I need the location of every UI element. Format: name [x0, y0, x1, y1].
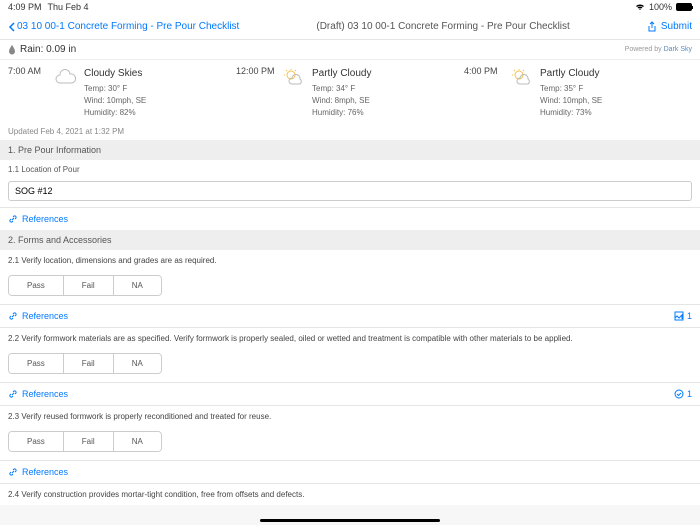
weather-hum: Humidity: 82%: [84, 107, 146, 119]
references-label: References: [22, 389, 68, 399]
weather-cond: Partly Cloudy: [312, 66, 371, 81]
seg-2-1: Pass Fail NA: [8, 275, 162, 296]
weather-cond: Partly Cloudy: [540, 66, 602, 81]
rain-bar: Rain: 0.09 in Powered by Dark Sky: [0, 40, 700, 60]
pass-button[interactable]: Pass: [9, 276, 64, 295]
image-icon: [674, 311, 684, 321]
seg-2-3: Pass Fail NA: [8, 431, 162, 452]
fail-button[interactable]: Fail: [64, 432, 114, 451]
page-title: (Draft) 03 10 00-1 Concrete Forming - Pr…: [239, 21, 647, 32]
question-2-2: 2.2 Verify formwork materials are as spe…: [0, 328, 700, 349]
weather-time: 4:00 PM: [464, 66, 504, 119]
weather-time: 7:00 AM: [8, 66, 48, 119]
na-button[interactable]: NA: [114, 354, 161, 373]
partly-cloudy-icon: [282, 66, 306, 90]
powered-by: Powered by Dark Sky: [625, 46, 692, 53]
question-2-1: 2.1 Verify location, dimensions and grad…: [0, 250, 700, 271]
updated-text: Updated Feb 4, 2021 at 1:32 PM: [0, 123, 700, 140]
question-2-3: 2.3 Verify reused formwork is properly r…: [0, 406, 700, 427]
link-icon: [8, 467, 18, 477]
link-icon: [8, 389, 18, 399]
references-row[interactable]: References 1: [0, 383, 700, 405]
nav-bar: 03 10 00-1 Concrete Forming - Pre Pour C…: [0, 14, 700, 40]
home-indicator[interactable]: [260, 519, 440, 522]
battery-pct: 100%: [649, 2, 672, 12]
na-button[interactable]: NA: [114, 432, 161, 451]
submit-button[interactable]: Submit: [647, 21, 692, 33]
chevron-left-icon: [8, 22, 15, 32]
back-button[interactable]: 03 10 00-1 Concrete Forming - Pre Pour C…: [8, 21, 239, 32]
references-label: References: [22, 467, 68, 477]
weather-wind: Wind: 8mph, SE: [312, 95, 371, 107]
rain-label: Rain: 0.09 in: [20, 44, 76, 55]
fail-button[interactable]: Fail: [64, 276, 114, 295]
link-icon: [8, 311, 18, 321]
question-2-4: 2.4 Verify construction provides mortar-…: [0, 484, 700, 505]
weather-cond: Cloudy Skies: [84, 66, 146, 81]
pass-button[interactable]: Pass: [9, 432, 64, 451]
partly-cloudy-icon: [510, 66, 534, 90]
submit-label: Submit: [661, 21, 692, 32]
link-icon: [8, 214, 18, 224]
weather-noon: 12:00 PM Partly Cloudy Temp: 34° F Wind:…: [236, 66, 464, 119]
references-row[interactable]: References: [0, 461, 700, 483]
seg-2-2: Pass Fail NA: [8, 353, 162, 374]
references-row[interactable]: References: [0, 208, 700, 230]
status-date: Thu Feb 4: [48, 2, 89, 12]
battery-icon: [676, 3, 692, 11]
raindrop-icon: [8, 45, 16, 55]
pass-button[interactable]: Pass: [9, 354, 64, 373]
weather-hum: Humidity: 76%: [312, 107, 371, 119]
weather-wind: Wind: 10mph, SE: [540, 95, 602, 107]
darksky-link[interactable]: Dark Sky: [664, 46, 692, 53]
na-button[interactable]: NA: [114, 276, 161, 295]
weather-morning: 7:00 AM Cloudy Skies Temp: 30° F Wind: 1…: [8, 66, 236, 119]
status-bar: 4:09 PM Thu Feb 4 100%: [0, 0, 700, 14]
check-circle-icon: [674, 389, 684, 399]
weather-temp: Temp: 30° F: [84, 83, 146, 95]
field-1-1-label: 1.1 Location of Pour: [0, 160, 700, 179]
weather-temp: Temp: 35° F: [540, 83, 602, 95]
location-input[interactable]: [8, 181, 692, 201]
ref-count: 1: [687, 389, 692, 399]
fail-button[interactable]: Fail: [64, 354, 114, 373]
references-label: References: [22, 311, 68, 321]
status-time: 4:09 PM: [8, 2, 42, 12]
back-label: 03 10 00-1 Concrete Forming - Pre Pour C…: [17, 21, 239, 32]
wifi-icon: [635, 3, 645, 11]
cloud-icon: [54, 66, 78, 90]
weather-afternoon: 4:00 PM Partly Cloudy Temp: 35° F Wind: …: [464, 66, 692, 119]
weather-temp: Temp: 34° F: [312, 83, 371, 95]
section-1-header: 1. Pre Pour Information: [0, 140, 700, 160]
share-icon: [647, 21, 657, 33]
weather-row: 7:00 AM Cloudy Skies Temp: 30° F Wind: 1…: [0, 60, 700, 123]
ref-count: 1: [687, 311, 692, 321]
references-label: References: [22, 214, 68, 224]
weather-wind: Wind: 10mph, SE: [84, 95, 146, 107]
weather-hum: Humidity: 73%: [540, 107, 602, 119]
references-row[interactable]: References 1: [0, 305, 700, 327]
weather-time: 12:00 PM: [236, 66, 276, 119]
section-2-header: 2. Forms and Accessories: [0, 230, 700, 250]
